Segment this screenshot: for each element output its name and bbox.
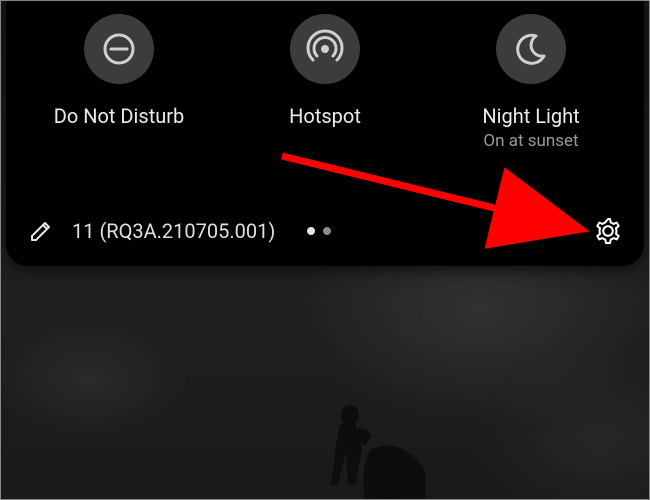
quick-settings-tiles-row: Do Not Disturb Hotspot Night Light On at… bbox=[6, 0, 644, 151]
hotspot-icon bbox=[290, 14, 360, 84]
edit-button[interactable] bbox=[28, 218, 54, 244]
dnd-icon bbox=[84, 14, 154, 84]
tile-label: Hotspot bbox=[289, 104, 361, 129]
tile-label: Night Light bbox=[482, 104, 579, 129]
page-dot bbox=[323, 227, 331, 235]
quick-settings-panel: Do Not Disturb Hotspot Night Light On at… bbox=[6, 0, 644, 266]
tile-label: Do Not Disturb bbox=[54, 104, 185, 129]
tile-night-light[interactable]: Night Light On at sunset bbox=[436, 14, 626, 151]
page-dot-active bbox=[307, 227, 315, 235]
tile-do-not-disturb[interactable]: Do Not Disturb bbox=[24, 14, 214, 129]
tile-hotspot[interactable]: Hotspot bbox=[230, 14, 420, 129]
build-number-text: 11 (RQ3A.210705.001) bbox=[72, 219, 275, 243]
page-indicator[interactable] bbox=[307, 227, 331, 235]
gear-icon bbox=[594, 217, 622, 245]
night-light-icon bbox=[496, 14, 566, 84]
quick-settings-footer: 11 (RQ3A.210705.001) bbox=[6, 204, 644, 266]
tile-sublabel: On at sunset bbox=[483, 131, 578, 151]
settings-button[interactable] bbox=[594, 217, 622, 245]
pencil-icon bbox=[28, 218, 54, 244]
